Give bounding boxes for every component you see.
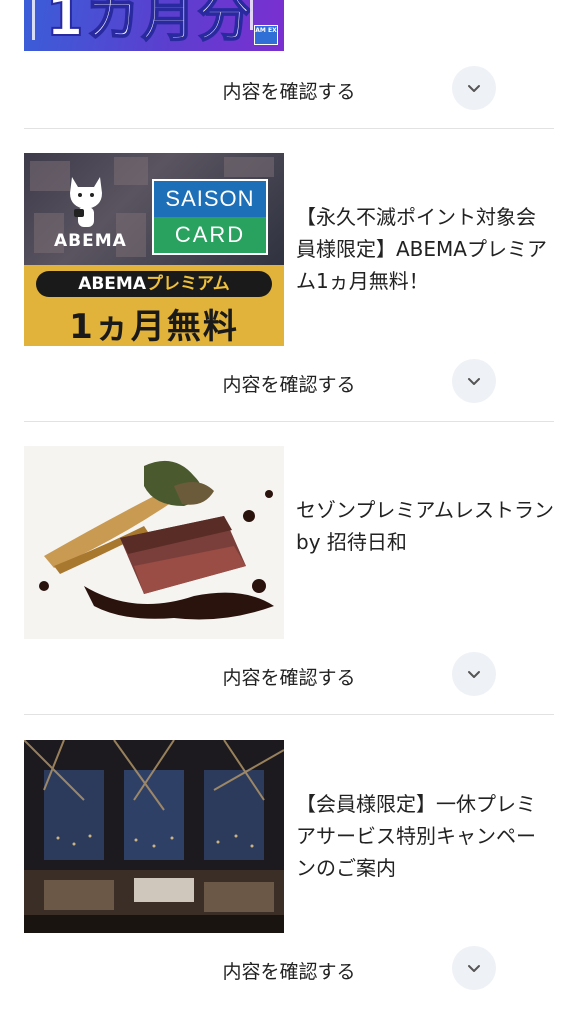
- saison-logo-bottom: CARD: [154, 217, 266, 253]
- campaign-title[interactable]: セゾンプレミアムレストラン by 招待日和: [296, 494, 554, 558]
- campaign-card[interactable]: セゾンプレミアムレストラン by 招待日和: [24, 446, 554, 639]
- campaign-card[interactable]: 【会員様限定】一休プレミアサービス特別キャンペーンのご案内: [24, 740, 554, 933]
- campaign-card[interactable]: ABEMA SAISON CARD ABEMAプレミアム 1ヵ月無料 【永久不滅…: [24, 153, 554, 346]
- pill-premium: プレミアム: [146, 274, 230, 294]
- campaign-title[interactable]: 【会員様限定】一休プレミアサービス特別キャンペーンのご案内: [296, 788, 554, 884]
- chevron-down-icon: [468, 671, 480, 678]
- campaign-title[interactable]: 【永久不滅ポイント対象会員様限定】ABEMAプレミアム1ヵ月無料！: [296, 201, 554, 297]
- confirm-row[interactable]: 内容を確認する: [24, 357, 554, 407]
- divider: [24, 714, 554, 715]
- chevron-down-icon: [468, 85, 480, 92]
- restaurant-interior-photo: [24, 740, 284, 933]
- confirm-row[interactable]: 内容を確認する: [24, 64, 554, 114]
- amex-logo: AM EX: [254, 25, 278, 45]
- banner-decoration: [250, 0, 253, 30]
- pill-abema: ABEMA: [78, 274, 146, 294]
- one-month-free-text: 1ヵ月無料: [69, 307, 239, 346]
- campaign-thumbnail[interactable]: ABEMA SAISON CARD ABEMAプレミアム 1ヵ月無料: [24, 153, 284, 346]
- expand-button[interactable]: [452, 652, 496, 696]
- chevron-down-icon: [468, 965, 480, 972]
- saison-card-logo: SAISON CARD: [152, 179, 268, 255]
- banner-text: 1カ月分: [45, 0, 254, 49]
- chevron-down-icon: [468, 378, 480, 385]
- expand-button[interactable]: [452, 66, 496, 110]
- banner-decoration: [32, 0, 35, 40]
- abema-logo: ABEMA: [54, 231, 127, 251]
- divider: [24, 421, 554, 422]
- abema-premium-pill: ABEMAプレミアム: [36, 271, 272, 297]
- expand-button[interactable]: [452, 946, 496, 990]
- top-card-thumbnail[interactable]: 1カ月分 AM EX: [24, 0, 284, 51]
- saison-logo-top: SAISON: [154, 181, 266, 217]
- campaign-thumbnail[interactable]: [24, 446, 284, 639]
- divider: [24, 128, 554, 129]
- campaign-thumbnail[interactable]: [24, 740, 284, 933]
- steak-dish-photo: [24, 446, 284, 639]
- confirm-row[interactable]: 内容を確認する: [24, 650, 554, 700]
- abema-mascot-icon: [70, 177, 102, 227]
- expand-button[interactable]: [452, 359, 496, 403]
- confirm-row[interactable]: 内容を確認する: [24, 944, 554, 994]
